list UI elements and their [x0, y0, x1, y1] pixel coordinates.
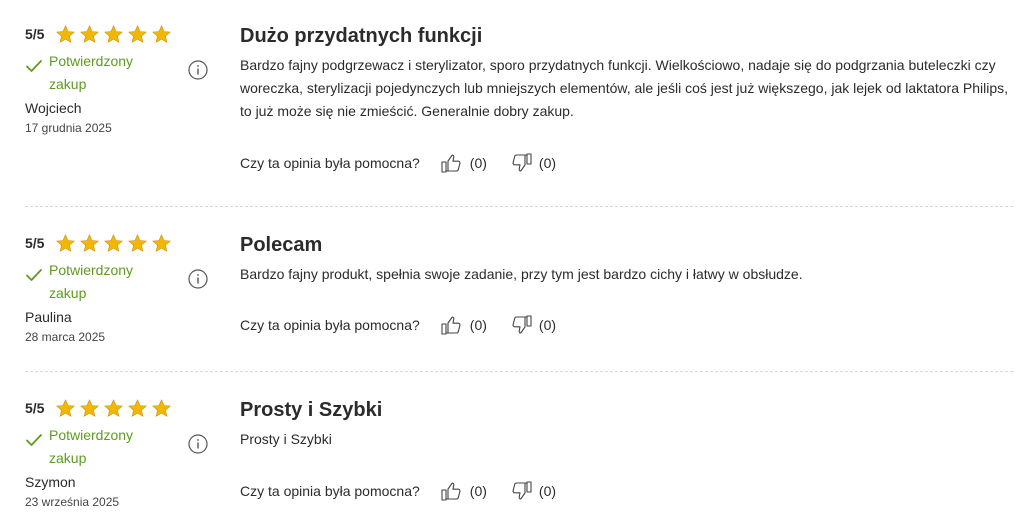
star-icon [56, 398, 75, 417]
star-icon [128, 24, 147, 43]
review-content: Prosty i Szybki Prosty i Szybki [240, 396, 1015, 451]
thumbs-down-icon [512, 153, 532, 172]
review-date: 28 marca 2025 [25, 330, 106, 344]
review-content: Polecam Bardzo fajny produkt, spełnia sw… [240, 231, 1015, 286]
verified-purchase: Potwierdzony zakup [25, 424, 185, 470]
review-date: 17 grudnia 2025 [25, 121, 112, 135]
vote-up-count: (0) [469, 483, 487, 499]
helpful-question: Czy ta opinia była pomocna? [240, 483, 420, 499]
review-body: Prosty i Szybki [240, 431, 332, 447]
rating-score: 5/5 [25, 26, 45, 42]
vote-down-button[interactable]: (0) [509, 313, 556, 337]
star-icon [56, 233, 75, 252]
helpful-question: Czy ta opinia była pomocna? [240, 317, 420, 333]
vote-down-count: (0) [538, 483, 557, 499]
rating-row: 5/5 [25, 231, 185, 255]
helpful-question: Czy ta opinia była pomocna? [240, 155, 420, 171]
info-icon[interactable] [188, 269, 208, 289]
review-item: 5/5 Potwierdzony zakup Paulina 28 marca … [0, 231, 1024, 361]
star-icon [152, 24, 171, 43]
verified-purchase: Potwierdzony zakup [25, 50, 185, 96]
star-icon [80, 398, 99, 417]
review-title: Dużo przydatnych funkcji [240, 25, 483, 47]
rating-stars [55, 24, 172, 45]
star-icon [104, 24, 123, 43]
thumbs-down-icon [512, 315, 532, 334]
star-icon [104, 233, 123, 252]
rating-row: 5/5 [25, 396, 185, 420]
verified-label: Potwierdzony zakup [49, 53, 134, 92]
review-author: Szymon [25, 474, 76, 490]
star-icon [80, 233, 99, 252]
review-body: Bardzo fajny podgrzewacz i sterylizator,… [240, 57, 1009, 119]
vote-down-count: (0) [538, 317, 557, 333]
review-author: Wojciech [25, 100, 82, 116]
thumbs-down-icon [512, 481, 532, 500]
info-icon[interactable] [188, 60, 208, 80]
rating-row: 5/5 [25, 22, 185, 46]
review-author: Paulina [25, 309, 72, 325]
star-icon [152, 233, 171, 252]
review-divider [25, 371, 1013, 372]
verified-label: Potwierdzony zakup [49, 427, 134, 466]
star-icon [152, 398, 171, 417]
verified-label: Potwierdzony zakup [49, 262, 134, 301]
review-meta: 5/5 Potwierdzony zakup Wojciech 17 grudn… [25, 22, 185, 138]
check-icon [26, 269, 42, 281]
review-content: Dużo przydatnych funkcji Bardzo fajny po… [240, 22, 1015, 123]
vote-up-count: (0) [469, 155, 487, 171]
helpful-row: Czy ta opinia była pomocna? (0) (0) [240, 313, 578, 337]
vote-up-button[interactable]: (0) [440, 479, 487, 503]
vote-down-count: (0) [538, 155, 557, 171]
star-icon [128, 233, 147, 252]
review-body: Bardzo fajny produkt, spełnia swoje zada… [240, 266, 803, 282]
check-icon [26, 434, 42, 446]
thumbs-up-icon [441, 482, 461, 501]
vote-up-button[interactable]: (0) [440, 151, 487, 175]
star-icon [56, 24, 75, 43]
rating-score: 5/5 [25, 400, 45, 416]
vote-down-button[interactable]: (0) [509, 151, 556, 175]
star-icon [128, 398, 147, 417]
vote-up-button[interactable]: (0) [440, 313, 487, 337]
review-meta: 5/5 Potwierdzony zakup Paulina 28 marca … [25, 231, 185, 347]
review-divider [25, 206, 1013, 207]
star-icon [104, 398, 123, 417]
verified-purchase: Potwierdzony zakup [25, 259, 185, 305]
info-icon[interactable] [188, 434, 208, 454]
check-icon [26, 60, 42, 72]
thumbs-up-icon [441, 316, 461, 335]
review-title: Prosty i Szybki [240, 399, 383, 421]
review-item: 5/5 Potwierdzony zakup Wojciech 17 grudn… [0, 22, 1024, 202]
helpful-row: Czy ta opinia była pomocna? (0) (0) [240, 151, 578, 175]
thumbs-up-icon [441, 154, 461, 173]
vote-down-button[interactable]: (0) [509, 479, 556, 503]
review-title: Polecam [240, 234, 323, 256]
star-icon [80, 24, 99, 43]
rating-stars [55, 398, 172, 419]
rating-stars [55, 233, 172, 254]
vote-up-count: (0) [469, 317, 487, 333]
rating-score: 5/5 [25, 235, 45, 251]
review-item: 5/5 Potwierdzony zakup Szymon 23 wrześni… [0, 396, 1024, 526]
helpful-row: Czy ta opinia była pomocna? (0) (0) [240, 479, 578, 503]
review-meta: 5/5 Potwierdzony zakup Szymon 23 wrześni… [25, 396, 185, 512]
review-date: 23 września 2025 [25, 495, 120, 509]
